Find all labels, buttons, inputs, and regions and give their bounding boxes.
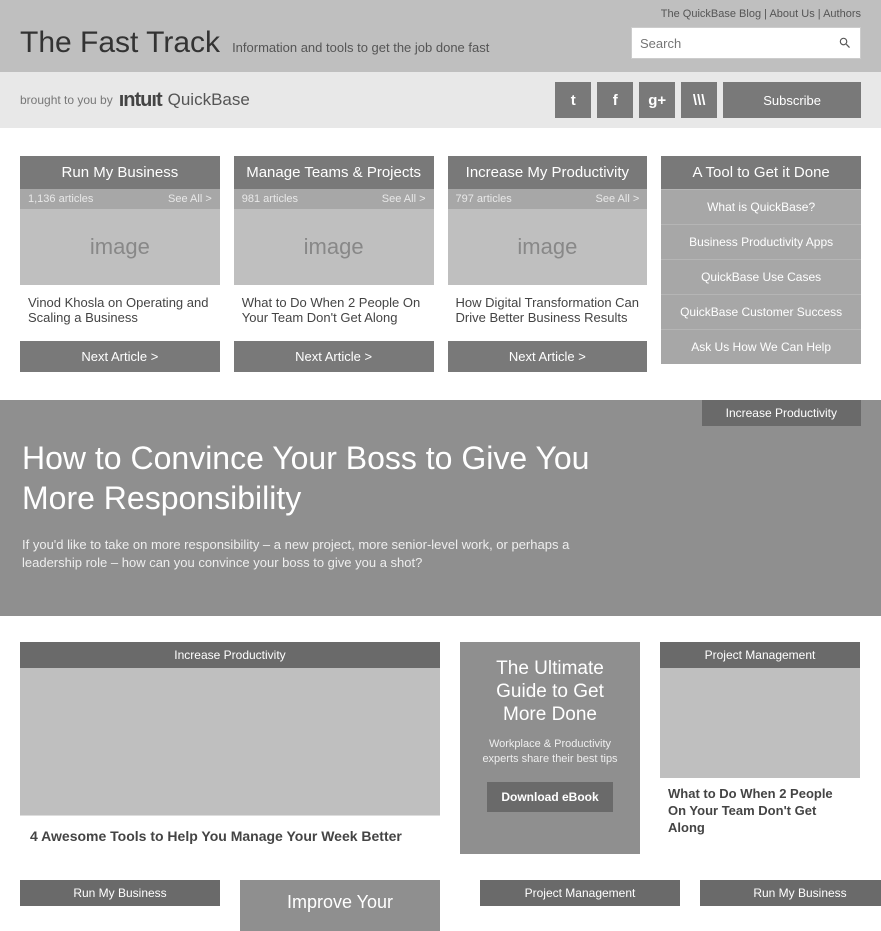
promo-title: The Ultimate Guide to Get More Done: [472, 658, 628, 726]
see-all-link[interactable]: See All >: [168, 193, 212, 205]
image-placeholder: [20, 668, 440, 816]
image-placeholder: image: [20, 209, 220, 285]
category-card-productivity: Increase My Productivity 797 articles Se…: [448, 156, 648, 372]
link-about[interactable]: About Us: [769, 8, 814, 20]
tool-head: A Tool to Get it Done: [661, 156, 861, 189]
next-article-button[interactable]: Next Article >: [20, 341, 220, 372]
tagline: Information and tools to get the job don…: [232, 40, 489, 55]
image-placeholder: image: [234, 209, 434, 285]
hero-title: How to Convince Your Boss to Give You Mo…: [22, 438, 662, 518]
brand-intuit: ıntuıt: [119, 89, 162, 112]
search-input[interactable]: [640, 36, 838, 51]
tool-item[interactable]: What is QuickBase?: [661, 189, 861, 224]
tool-item[interactable]: Ask Us How We Can Help: [661, 329, 861, 364]
feed-button[interactable]: \\\: [681, 82, 717, 118]
category-tag[interactable]: Run My Business: [20, 880, 220, 906]
tool-item[interactable]: Business Productivity Apps: [661, 224, 861, 259]
brand-quickbase: QuickBase: [168, 90, 250, 110]
article-card-small[interactable]: Project Management What to Do When 2 Peo…: [660, 642, 860, 856]
promo-body: Workplace & Productivity experts share t…: [472, 737, 628, 767]
see-all-link[interactable]: See All >: [596, 193, 640, 205]
article-count: 1,136 articles: [28, 193, 93, 205]
article-title[interactable]: What to Do When 2 People On Your Team Do…: [234, 285, 434, 341]
search-icon: [838, 36, 852, 50]
promo-partial: Improve Your: [240, 880, 440, 931]
hero-article[interactable]: How to Convince Your Boss to Give You Mo…: [0, 400, 881, 616]
image-placeholder: image: [448, 209, 648, 285]
hero-category-tag[interactable]: Increase Productivity: [702, 400, 861, 426]
article-count: 981 articles: [242, 193, 298, 205]
hero-excerpt: If you'd like to take on more responsibi…: [22, 536, 602, 572]
image-placeholder: [660, 668, 860, 778]
category-head: Manage Teams & Projects: [234, 156, 434, 189]
article-count: 797 articles: [456, 193, 512, 205]
article-title[interactable]: Vinod Khosla on Operating and Scaling a …: [20, 285, 220, 341]
top-nav: The QuickBase Blog | About Us | Authors: [20, 8, 861, 20]
promo-ebook: The Ultimate Guide to Get More Done Work…: [460, 642, 640, 854]
article-title: What to Do When 2 People On Your Team Do…: [660, 778, 860, 845]
category-card-business: Run My Business 1,136 articles See All >…: [20, 156, 220, 372]
category-head: Increase My Productivity: [448, 156, 648, 189]
category-head: Run My Business: [20, 156, 220, 189]
category-tag[interactable]: Project Management: [660, 642, 860, 668]
category-tag[interactable]: Increase Productivity: [20, 642, 440, 668]
tool-card: A Tool to Get it Done What is QuickBase?…: [661, 156, 861, 364]
article-title[interactable]: How Digital Transformation Can Drive Bet…: [448, 285, 648, 341]
twitter-button[interactable]: t: [555, 82, 591, 118]
article-title: 4 Awesome Tools to Help You Manage Your …: [20, 816, 440, 856]
brought-by: brought to you by ıntuıt QuickBase: [20, 89, 250, 112]
article-card-large[interactable]: Increase Productivity 4 Awesome Tools to…: [20, 642, 440, 856]
tool-item[interactable]: QuickBase Use Cases: [661, 259, 861, 294]
category-tag[interactable]: Run My Business: [700, 880, 881, 906]
subscribe-button[interactable]: Subscribe: [723, 82, 861, 118]
next-article-button[interactable]: Next Article >: [448, 341, 648, 372]
tool-item[interactable]: QuickBase Customer Success: [661, 294, 861, 329]
brought-by-label: brought to you by: [20, 93, 113, 107]
gplus-button[interactable]: g+: [639, 82, 675, 118]
see-all-link[interactable]: See All >: [382, 193, 426, 205]
link-blog[interactable]: The QuickBase Blog: [661, 8, 761, 20]
category-tag[interactable]: Project Management: [480, 880, 680, 906]
link-authors[interactable]: Authors: [823, 8, 861, 20]
site-title: The Fast Track: [20, 26, 220, 60]
next-article-button[interactable]: Next Article >: [234, 341, 434, 372]
search-box[interactable]: [631, 27, 861, 59]
category-card-teams: Manage Teams & Projects 981 articles See…: [234, 156, 434, 372]
facebook-button[interactable]: f: [597, 82, 633, 118]
download-ebook-button[interactable]: Download eBook: [487, 782, 612, 812]
